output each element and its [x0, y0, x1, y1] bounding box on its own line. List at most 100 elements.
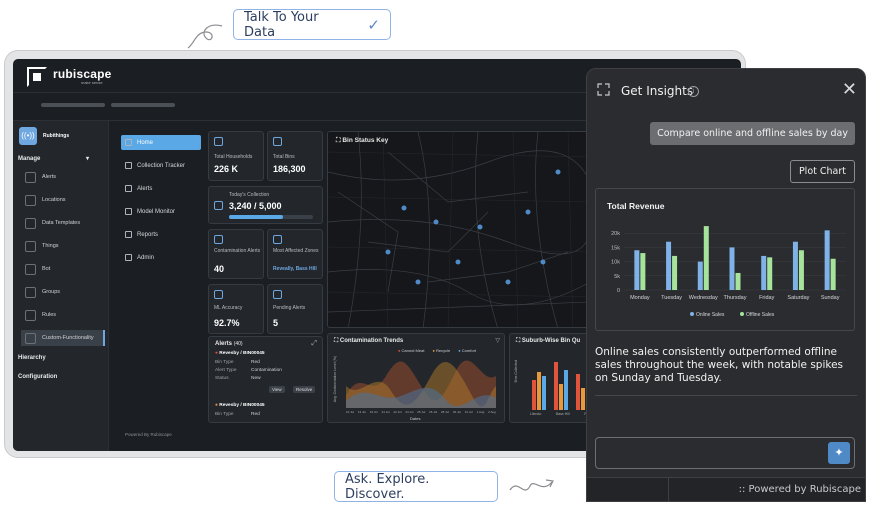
nav-item-things[interactable]: Things: [21, 238, 105, 254]
nav-configuration[interactable]: Configuration: [18, 374, 57, 380]
manage-label: Manage: [18, 156, 41, 162]
field-value: Red: [251, 360, 260, 365]
rules-icon: [25, 309, 36, 321]
tick-label: 10 Jul: [346, 410, 355, 414]
bar-online-sales: [761, 255, 767, 290]
legend-label: Cannot Meat: [401, 348, 425, 353]
alert-item-title[interactable]: ● Revesby / BIN00045: [215, 351, 265, 356]
alert-icon: [25, 171, 36, 183]
collection-progress-track: [229, 215, 313, 219]
breadcrumb-item[interactable]: [111, 103, 175, 107]
bar-offline-sales: [830, 258, 836, 290]
tick-label: 24 Jul: [405, 410, 414, 414]
kpi-pending-alerts: Pending Alerts 5: [267, 284, 323, 334]
x-tick-label: Saturday: [787, 295, 809, 301]
legend-label: Recycle: [436, 348, 451, 353]
bar-offline-sales: [798, 250, 804, 290]
custom-icon: [25, 332, 36, 344]
bar-online-sales: [634, 250, 640, 290]
zone-icon: [273, 235, 282, 244]
nav-item-groups[interactable]: Groups: [21, 284, 105, 300]
expand-icon[interactable]: ⤢: [311, 340, 317, 348]
x-tick-label: Wednesday: [689, 295, 718, 301]
nav-item-locations[interactable]: Locations: [21, 192, 105, 208]
legend-label: Offline Sales: [746, 312, 775, 318]
legend-item: ● Recycle: [432, 348, 451, 353]
bin-status-map[interactable]: ⛶ Bin Status Key: [327, 131, 589, 328]
sparkle-icon[interactable]: ✦: [828, 442, 850, 464]
menu-label: Home: [137, 139, 154, 146]
tick-label: Lliendo: [530, 412, 542, 416]
tick-label: 21 Jul: [381, 410, 390, 414]
nav-item-custom-functionality[interactable]: Custom-Functionality: [21, 330, 105, 346]
nav-item-bot[interactable]: Bot: [21, 261, 105, 277]
menu-item-reports[interactable]: Reports: [121, 227, 201, 242]
menu-item-collection-tracker[interactable]: Collection Tracker: [121, 158, 201, 173]
revenue-chart-card: Total Revenue 0 5k 10k 15k 20k Monday Tuesday W…: [595, 188, 855, 331]
truck-icon: [125, 162, 132, 169]
legend-swatch: [740, 312, 744, 316]
insights-title: Get Insights: [621, 84, 694, 98]
kpi-label: Most Affected Zones: [273, 248, 319, 254]
filter-icon[interactable]: ▽: [495, 337, 500, 344]
kpi-contamination-alerts: Contamination Alerts 40: [208, 229, 264, 279]
contamination-title: ⛶ Contamination Trends: [334, 338, 403, 345]
menu-item-model-monitor[interactable]: Model Monitor: [121, 204, 201, 219]
x-axis-ticks: 10 Jul 13 Jul 19 Jul 21 Jul 22 Jul 24 Ju…: [346, 410, 496, 414]
field-value: New: [251, 376, 261, 381]
menu-item-admin[interactable]: Admin: [121, 250, 201, 265]
plot-chart-button[interactable]: Plot Chart: [789, 160, 855, 183]
chat-input[interactable]: ✦: [595, 437, 855, 469]
left-sidebar: ((•)) Rubithings Manage ▾ Alerts Locatio…: [13, 121, 109, 451]
kpi-label: ML Accuracy: [214, 305, 243, 311]
report-icon: [125, 231, 132, 238]
alerts-panel: Alerts (40) ⤢ ● Revesby / BIN00045 Bin T…: [208, 336, 323, 423]
menu-item-alerts[interactable]: Alerts: [121, 181, 201, 196]
insights-footer: :: Powered by Rubiscape: [587, 477, 865, 501]
menu-label: Admin: [137, 254, 155, 261]
nav-item-alerts[interactable]: Alerts: [21, 169, 105, 185]
view-button[interactable]: View: [269, 386, 285, 393]
resolve-button[interactable]: Resolve: [293, 386, 316, 393]
x-tick-label: Friday: [759, 295, 775, 301]
menu-label: Reports: [137, 231, 159, 238]
field-label: Bin Type: [215, 412, 234, 417]
tick-label: Bass Hill: [556, 412, 570, 416]
contamination-trends-panel: ⛶ Contamination Trends ▽ ● Cannot Meat ●…: [327, 333, 505, 423]
nav-label: Things: [42, 243, 59, 249]
alert-item-title[interactable]: ● Revesby / BIN00045: [215, 403, 265, 408]
nav-hierarchy[interactable]: Hierarchy: [18, 355, 46, 361]
menu-item-home[interactable]: Home: [121, 135, 201, 150]
chevron-down-icon: ▾: [86, 156, 90, 162]
field-value: Red: [251, 412, 260, 417]
tick-label: 1 Aug: [476, 410, 485, 414]
kpi-most-affected-zones: Most Affected Zones Reveally, Bass Hill: [267, 229, 323, 279]
nav-label: Rules: [42, 312, 57, 318]
expand-icon[interactable]: [597, 83, 610, 96]
arrow-squiggle-decoration: [509, 479, 554, 491]
bar-online-sales: [666, 241, 672, 290]
breadcrumb-item[interactable]: [41, 103, 105, 107]
bar-online-sales: [792, 241, 798, 290]
field-label: Alert Type: [215, 368, 237, 373]
nav-item-data-templates[interactable]: Data Templates: [21, 215, 105, 231]
nav-item-rules[interactable]: Rules: [21, 307, 105, 323]
field-value: Contamination: [251, 368, 282, 373]
truck-icon: [214, 201, 223, 210]
kpi-label: Today's Collection: [229, 192, 270, 198]
suburb-title-text: Suburb-Wise Bin Qu: [521, 338, 581, 344]
nav-label: Alerts: [42, 174, 57, 180]
menu-label: Model Monitor: [137, 208, 176, 215]
close-icon[interactable]: ✕: [842, 79, 857, 100]
tick-label: 13 Jul: [357, 410, 366, 414]
tick-label: 2 Aug: [488, 410, 496, 414]
alerts-title: Alerts (40): [215, 341, 243, 347]
manage-section[interactable]: Manage ▾: [18, 155, 89, 162]
workspace-name[interactable]: Rubithings: [43, 133, 69, 139]
y-axis-label: Bins Collected: [514, 360, 518, 383]
x-tick-label: Monday: [630, 295, 650, 301]
bar-offline-sales: [672, 255, 678, 290]
info-icon[interactable]: i: [688, 86, 699, 97]
y-tick-label: 5k: [614, 274, 620, 280]
kpi-label: Total Bins: [273, 154, 295, 160]
